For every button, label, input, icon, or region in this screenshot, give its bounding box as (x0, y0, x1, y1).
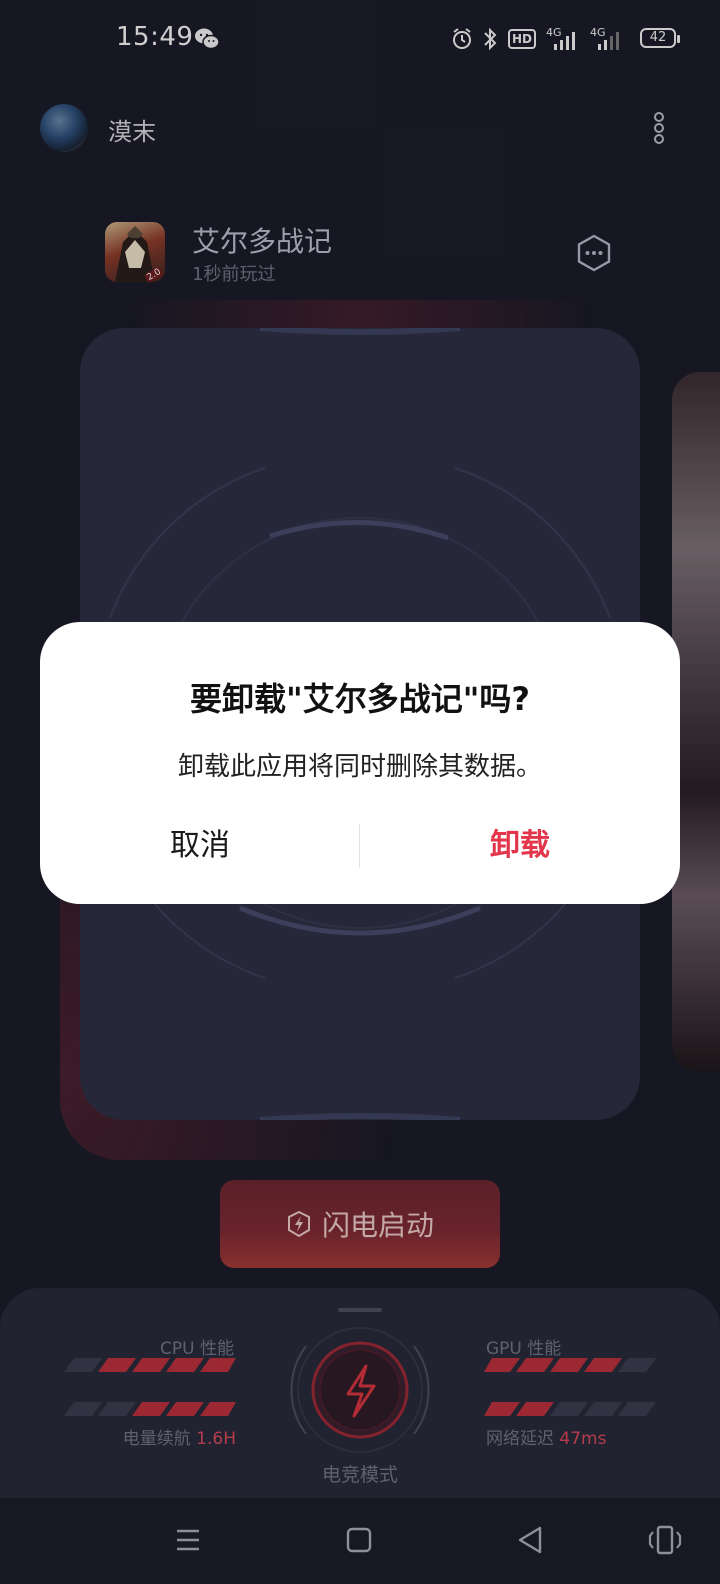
cancel-button[interactable]: 取消 (40, 822, 360, 870)
dialog-title: 要卸载"艾尔多战记"吗? (190, 680, 530, 718)
uninstall-button[interactable]: 卸载 (360, 822, 680, 870)
dialog-message: 卸载此应用将同时删除其数据。 (177, 752, 542, 782)
uninstall-dialog: 要卸载"艾尔多战记"吗? 卸载此应用将同时删除其数据。 取消 卸载 (40, 622, 680, 904)
